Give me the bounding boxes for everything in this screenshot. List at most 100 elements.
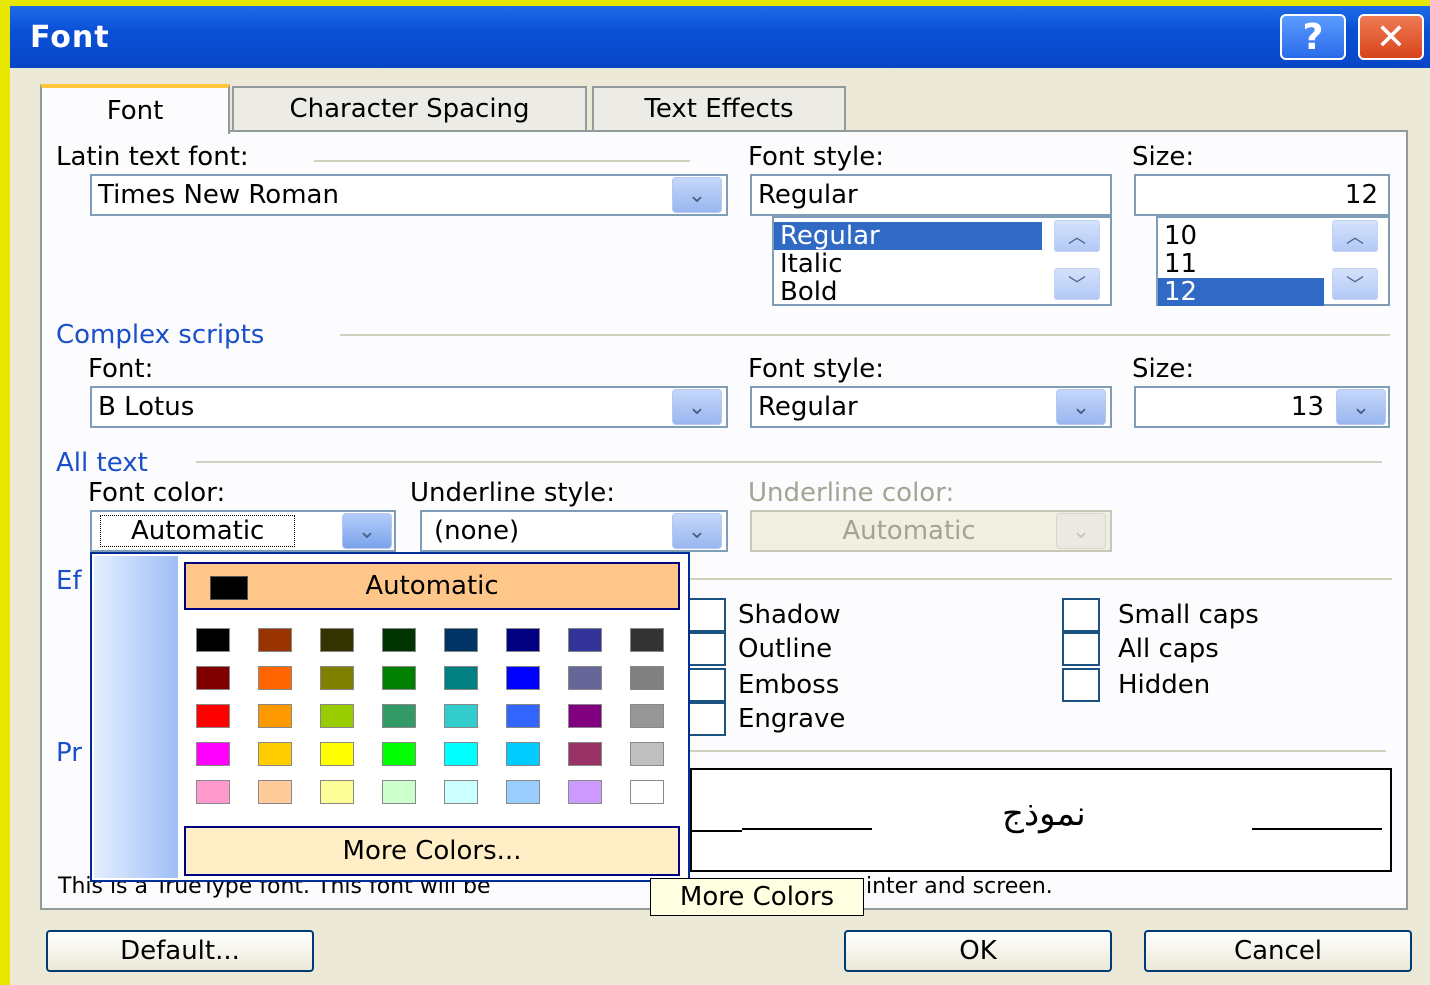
chevron-down-icon: ⌄ [1056, 513, 1106, 549]
list-item[interactable]: Regular [774, 222, 1042, 250]
tab-font[interactable]: Font [40, 84, 230, 134]
tooltip: More Colors [650, 878, 864, 916]
shadow-label: Shadow [738, 600, 841, 630]
latin-style-label: Font style: [748, 142, 884, 172]
preview-sample-text: نموذج [1002, 794, 1086, 834]
tab-character-spacing[interactable]: Character Spacing [232, 86, 587, 130]
color-swatch[interactable] [568, 780, 602, 804]
color-swatch[interactable] [320, 628, 354, 652]
chevron-down-icon[interactable]: ⌄ [1336, 389, 1386, 425]
color-swatch[interactable] [196, 742, 230, 766]
color-swatch[interactable] [630, 780, 664, 804]
color-swatch[interactable] [506, 666, 540, 690]
ok-button[interactable]: OK [844, 930, 1112, 972]
color-swatch[interactable] [196, 628, 230, 652]
engrave-checkbox[interactable] [688, 702, 726, 736]
close-button[interactable]: ✕ [1358, 14, 1424, 60]
color-swatch[interactable] [444, 704, 478, 728]
tab-text-effects[interactable]: Text Effects [592, 86, 846, 130]
color-swatch[interactable] [444, 780, 478, 804]
color-swatch[interactable] [506, 742, 540, 766]
color-swatch[interactable] [444, 742, 478, 766]
color-swatch[interactable] [382, 628, 416, 652]
color-swatch[interactable] [258, 666, 292, 690]
preview-line [1252, 828, 1382, 830]
color-swatch[interactable] [320, 742, 354, 766]
latin-font-label: Latin text font: [56, 142, 249, 172]
color-swatch[interactable] [444, 628, 478, 652]
all-caps-checkbox[interactable] [1062, 632, 1100, 666]
color-swatch[interactable] [382, 666, 416, 690]
divider [314, 160, 690, 162]
color-swatch[interactable] [568, 628, 602, 652]
color-swatch[interactable] [630, 666, 664, 690]
hidden-checkbox[interactable] [1062, 668, 1100, 702]
scroll-down-icon[interactable]: ﹀ [1054, 268, 1100, 300]
automatic-color-option[interactable]: Automatic [184, 562, 680, 610]
outline-checkbox[interactable] [688, 632, 726, 666]
scroll-up-icon[interactable]: ︿ [1332, 220, 1378, 252]
more-colors-button[interactable]: More Colors... [184, 826, 680, 876]
color-swatch[interactable] [258, 780, 292, 804]
color-swatch[interactable] [320, 704, 354, 728]
scroll-down-icon[interactable]: ﹀ [1332, 268, 1378, 300]
preview-line [742, 828, 872, 830]
close-icon: ✕ [1375, 16, 1407, 58]
all-text-heading: All text [56, 448, 148, 478]
latin-style-input[interactable]: Regular [750, 174, 1112, 216]
font-color-dropdown: Automatic More Colors... [90, 552, 690, 882]
color-swatch[interactable] [258, 742, 292, 766]
chevron-down-icon[interactable]: ⌄ [672, 513, 722, 549]
small-caps-checkbox[interactable] [1062, 598, 1100, 632]
color-swatch[interactable] [258, 704, 292, 728]
chevron-down-icon[interactable]: ⌄ [342, 513, 392, 549]
color-swatch[interactable] [196, 704, 230, 728]
color-swatch[interactable] [630, 704, 664, 728]
underline-color-value: Automatic [842, 516, 976, 546]
chevron-down-icon[interactable]: ⌄ [1056, 389, 1106, 425]
latin-size-input[interactable]: 12 [1134, 174, 1390, 216]
cancel-button[interactable]: Cancel [1144, 930, 1412, 972]
color-swatch[interactable] [258, 628, 292, 652]
complex-size-value: 13 [1290, 392, 1324, 422]
underline-color-label: Underline color: [748, 478, 955, 508]
font-color-value: Automatic [100, 515, 296, 547]
color-swatch[interactable] [506, 628, 540, 652]
help-button[interactable]: ? [1280, 14, 1346, 60]
shadow-checkbox[interactable] [688, 598, 726, 632]
latin-size-value: 12 [1344, 180, 1378, 210]
color-swatch[interactable] [568, 666, 602, 690]
list-item[interactable]: 12 [1158, 278, 1324, 306]
color-swatch[interactable] [630, 628, 664, 652]
scroll-up-icon[interactable]: ︿ [1054, 220, 1100, 252]
color-swatch[interactable] [568, 742, 602, 766]
color-swatch[interactable] [196, 666, 230, 690]
color-swatch[interactable] [506, 780, 540, 804]
underline-style-value: (none) [434, 516, 520, 546]
color-swatch[interactable] [382, 742, 416, 766]
color-swatch[interactable] [506, 704, 540, 728]
color-swatch[interactable] [630, 742, 664, 766]
divider [690, 578, 1392, 580]
color-swatch[interactable] [320, 666, 354, 690]
chevron-down-icon[interactable]: ⌄ [672, 389, 722, 425]
color-swatch[interactable] [196, 780, 230, 804]
window-title: Font [30, 20, 110, 55]
latin-font-select[interactable]: Times New Roman [90, 174, 728, 216]
color-swatch[interactable] [444, 666, 478, 690]
latin-style-value: Regular [758, 180, 858, 210]
color-swatch[interactable] [382, 704, 416, 728]
color-swatch[interactable] [382, 780, 416, 804]
hidden-label: Hidden [1118, 670, 1211, 700]
effects-heading: Ef [56, 566, 82, 596]
chevron-down-icon[interactable]: ⌄ [672, 177, 722, 213]
complex-scripts-heading: Complex scripts [56, 320, 265, 350]
font-info-text-tail: inter and screen. [866, 874, 1053, 899]
color-swatch[interactable] [320, 780, 354, 804]
default-button[interactable]: Default... [46, 930, 314, 972]
complex-style-label: Font style: [748, 354, 884, 384]
complex-font-select[interactable]: B Lotus [90, 386, 728, 428]
complex-size-label: Size: [1132, 354, 1195, 384]
emboss-checkbox[interactable] [688, 668, 726, 702]
color-swatch[interactable] [568, 704, 602, 728]
